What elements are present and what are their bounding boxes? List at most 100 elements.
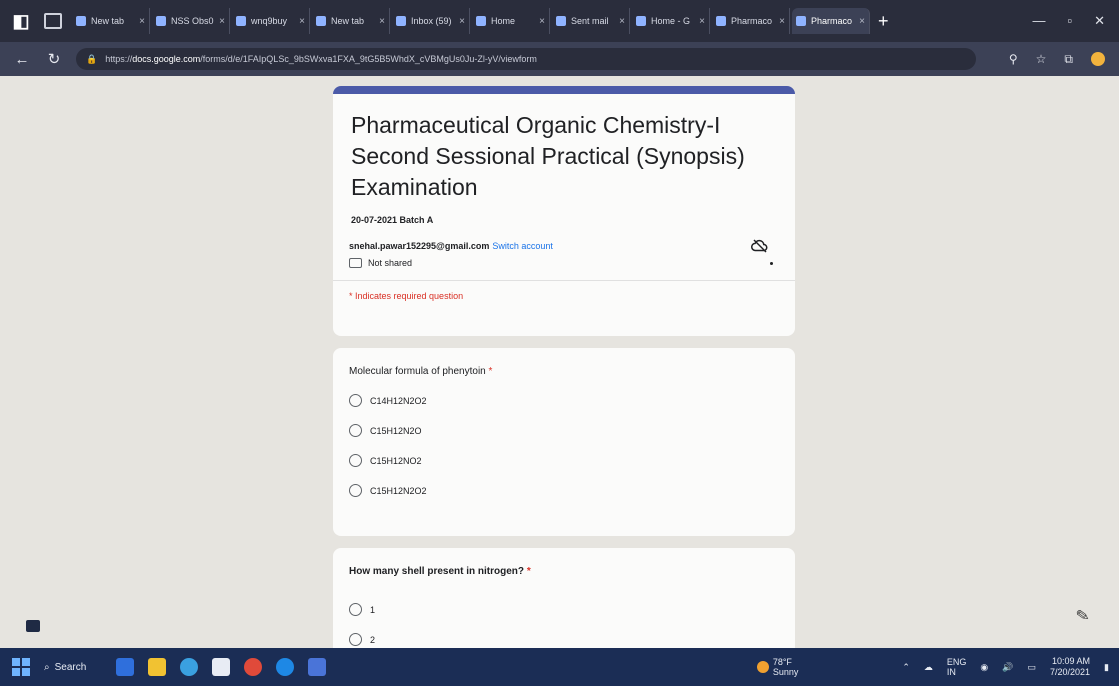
form-description: 20-07-2021 Batch A: [351, 215, 434, 225]
browser-tab[interactable]: NSS Obs0 ×: [152, 8, 230, 34]
tab-favicon-icon: [236, 16, 246, 26]
radio-button[interactable]: [349, 454, 362, 467]
browser-menu-icon[interactable]: ◧: [10, 10, 32, 32]
form-accent-bar: [333, 86, 795, 94]
toolbar-right: ⚲ ☆ ⧉: [1009, 52, 1105, 67]
language-indicator[interactable]: ENG IN: [947, 657, 967, 677]
not-shared-label: Not shared: [368, 258, 413, 268]
task-view-icon[interactable]: [116, 658, 135, 676]
clock[interactable]: 10:09 AM 7/20/2021: [1050, 656, 1090, 678]
window-controls: — ▫ ✕: [1032, 13, 1105, 29]
back-icon[interactable]: ←: [12, 51, 32, 68]
close-tab-icon[interactable]: ×: [539, 16, 545, 27]
question-card: Molecular formula of phenytoin * C14H12N…: [333, 348, 795, 536]
system-tray: 78°F Sunny ⌃ ☁ ENG IN ◉ 🔊 ▭ 10:09 AM 7/20/2…: [756, 656, 1109, 678]
close-tab-icon[interactable]: ×: [139, 16, 145, 27]
tab-favicon-icon: [636, 16, 646, 26]
account-email: snehal.pawar152295@gmail.com: [349, 241, 490, 251]
store-icon[interactable]: [180, 658, 199, 676]
battery-icon[interactable]: ▭: [1027, 662, 1036, 673]
tab-favicon-icon: [716, 16, 726, 26]
close-tab-icon[interactable]: ×: [219, 16, 225, 27]
divider: [333, 280, 795, 281]
question-title: Molecular formula of phenytoin *: [349, 366, 493, 377]
browser-tab[interactable]: Home - G ×: [632, 8, 710, 34]
chevron-up-icon[interactable]: ⌃: [902, 662, 910, 673]
sun-icon: [756, 661, 769, 673]
minimize-icon[interactable]: —: [1032, 13, 1045, 29]
close-tab-icon[interactable]: ×: [699, 16, 705, 27]
radio-button[interactable]: [349, 394, 362, 407]
start-icon[interactable]: [12, 658, 30, 676]
tab-actions-icon[interactable]: [44, 13, 62, 29]
tab-favicon-icon: [156, 16, 166, 26]
form-title: Pharmaceutical Organic Chemistry-I Secon…: [351, 112, 745, 200]
volume-icon[interactable]: 🔊: [1002, 662, 1013, 673]
option-label: C15H12N2O2: [370, 485, 427, 496]
favorites-icon[interactable]: ☆: [1036, 52, 1047, 66]
browser-tab[interactable]: New tab ×: [312, 8, 390, 34]
new-tab-icon[interactable]: +: [878, 11, 889, 32]
chrome-icon[interactable]: [244, 658, 263, 676]
radio-option[interactable]: 2: [349, 633, 779, 646]
form-container: Pharmaceutical Organic Chemistry-I Secon…: [333, 86, 795, 648]
browser-tab-active[interactable]: Pharmaco ×: [792, 8, 870, 34]
radio-button[interactable]: [349, 633, 362, 646]
app-icon[interactable]: [308, 658, 327, 676]
browser-tab[interactable]: Pharmaco ×: [712, 8, 790, 34]
onedrive-icon[interactable]: ☁: [924, 662, 933, 673]
file-explorer-icon[interactable]: [148, 658, 167, 676]
browser-tab[interactable]: Inbox (59) ×: [392, 8, 470, 34]
collections-icon[interactable]: ⧉: [1064, 52, 1073, 67]
required-star: *: [488, 366, 493, 377]
tab-favicon-icon: [76, 16, 86, 26]
profile-avatar[interactable]: [1091, 52, 1105, 66]
extensions-icon[interactable]: ⚲: [1009, 52, 1018, 66]
option-label: C15H12N2O: [370, 425, 422, 436]
edge-icon[interactable]: [276, 658, 295, 676]
taskbar-apps: [116, 658, 327, 676]
radio-button[interactable]: [349, 424, 362, 437]
browser-tab[interactable]: wnq9buy ×: [232, 8, 310, 34]
tab-favicon-icon: [476, 16, 486, 26]
search-icon: ⌕: [44, 661, 50, 673]
radio-option[interactable]: 1: [349, 603, 779, 616]
option-label: C14H12N2O2: [370, 395, 427, 406]
notification-icon[interactable]: ▮: [1104, 662, 1109, 673]
browser-tab[interactable]: Sent mail ×: [552, 8, 630, 34]
switch-account-link[interactable]: Switch account: [492, 241, 553, 251]
radio-button[interactable]: [349, 484, 362, 497]
taskbar-search[interactable]: ⌕ Search: [44, 662, 86, 673]
close-tab-icon[interactable]: ×: [459, 16, 465, 27]
radio-option[interactable]: C14H12N2O2: [349, 394, 779, 407]
required-note: * Indicates required question: [349, 291, 464, 301]
account-row: snehal.pawar152295@gmail.com Switch acco…: [349, 239, 779, 253]
browser-tab[interactable]: New tab ×: [72, 8, 150, 34]
browser-tab[interactable]: Home ×: [472, 8, 550, 34]
close-tab-icon[interactable]: ×: [619, 16, 625, 27]
question-card: How many shell present in nitrogen? * 1 …: [333, 548, 795, 648]
not-shared-row: Not shared: [349, 258, 779, 268]
close-tab-icon[interactable]: ×: [379, 16, 385, 27]
radio-button[interactable]: [349, 603, 362, 616]
browser-tab-bar: ◧ New tab × NSS Obs0 × wnq9buy × New tab × I…: [0, 0, 1119, 42]
radio-option[interactable]: C15H12N2O2: [349, 484, 779, 497]
close-tab-icon[interactable]: ×: [779, 16, 785, 27]
wifi-icon[interactable]: ◉: [980, 662, 988, 673]
close-tab-icon[interactable]: ×: [299, 16, 305, 27]
radio-option[interactable]: C15H12N2O: [349, 424, 779, 437]
feedback-icon[interactable]: [26, 620, 40, 632]
maximize-icon[interactable]: ▫: [1067, 13, 1072, 29]
weather-widget[interactable]: 78°F Sunny: [756, 657, 798, 677]
pencil-icon[interactable]: ✎: [1074, 605, 1091, 627]
close-tab-icon[interactable]: ×: [859, 16, 865, 27]
radio-option[interactable]: C15H12NO2: [349, 454, 779, 467]
page-viewport: Pharmaceutical Organic Chemistry-I Secon…: [0, 76, 1119, 648]
reload-icon[interactable]: ↻: [44, 50, 64, 68]
option-label: C15H12NO2: [370, 455, 422, 466]
close-window-icon[interactable]: ✕: [1094, 13, 1105, 29]
option-label: 1: [370, 604, 376, 615]
url-field[interactable]: 🔒 https://docs.google.com/forms/d/e/1FAI…: [76, 48, 976, 70]
address-bar-row: ← ↻ 🔒 https://docs.google.com/forms/d/e/…: [0, 42, 1119, 76]
mail-icon[interactable]: [212, 658, 231, 676]
